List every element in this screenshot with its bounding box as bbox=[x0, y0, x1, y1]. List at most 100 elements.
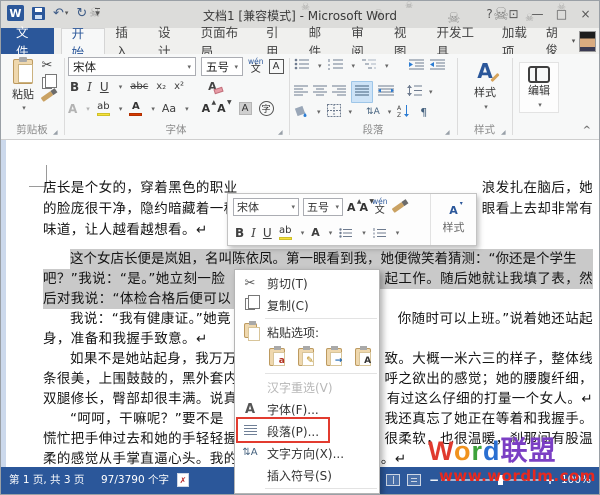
distribute-icon[interactable] bbox=[378, 85, 394, 99]
font-size-combo[interactable]: 五号 ▾ bbox=[201, 57, 243, 76]
paste-option-merge-formatting-icon[interactable]: ✎ bbox=[294, 346, 318, 368]
sort-icon[interactable]: AZ bbox=[397, 104, 410, 120]
tab-page-layout[interactable]: 页面布局 bbox=[191, 28, 256, 54]
maximize-button[interactable]: □ bbox=[551, 4, 572, 23]
grow-font-button[interactable]: A▲ bbox=[202, 102, 211, 115]
text-effects-button[interactable]: A bbox=[68, 103, 77, 115]
tab-view[interactable]: 视图 bbox=[384, 28, 427, 54]
tab-references[interactable]: 引用 bbox=[256, 28, 299, 54]
format-painter-icon[interactable] bbox=[41, 91, 54, 102]
underline-button[interactable]: U bbox=[100, 81, 109, 93]
font-dialog-launcher[interactable]: ◢ bbox=[278, 129, 283, 136]
tab-file[interactable]: 文件 bbox=[1, 28, 54, 54]
tab-addins[interactable]: 加载项 bbox=[492, 28, 546, 54]
mini-format-painter-icon[interactable] bbox=[391, 202, 404, 213]
decrease-indent-icon[interactable] bbox=[409, 59, 424, 73]
mini-shrink-font-button[interactable]: A▼ bbox=[360, 201, 369, 214]
proofing-error-icon[interactable]: ✗ bbox=[177, 473, 189, 487]
tab-design[interactable]: 设计 bbox=[148, 28, 191, 54]
editing-button[interactable]: 编辑 ▾ bbox=[519, 62, 559, 113]
clipboard-dialog-launcher[interactable]: ◢ bbox=[53, 129, 58, 136]
change-case-button[interactable]: Aa bbox=[162, 103, 176, 114]
menu-item-paragraph[interactable]: 段落(P)... bbox=[235, 420, 379, 442]
paste-option-keep-source-icon[interactable]: a bbox=[265, 346, 289, 368]
bold-button[interactable]: B bbox=[70, 81, 79, 93]
borders-icon[interactable] bbox=[327, 104, 341, 120]
multilevel-list-icon[interactable] bbox=[361, 58, 377, 73]
zoom-out-icon[interactable]: − bbox=[429, 473, 439, 487]
paragraph-dialog-launcher[interactable]: ◢ bbox=[445, 129, 450, 136]
copy-icon[interactable] bbox=[42, 77, 52, 89]
mini-font-size-combo[interactable]: 五号▾ bbox=[303, 198, 343, 216]
tab-mailings[interactable]: 邮件 bbox=[299, 28, 342, 54]
mini-numbering-icon[interactable] bbox=[373, 223, 387, 242]
close-button[interactable]: × bbox=[575, 4, 596, 23]
menu-item-font[interactable]: A字体(F)... bbox=[235, 398, 379, 420]
menu-item-cut[interactable]: ✂剪切(T) bbox=[235, 272, 379, 294]
tab-developer[interactable]: 开发工具 bbox=[427, 28, 492, 54]
character-border-icon[interactable]: A bbox=[269, 59, 284, 74]
cut-icon[interactable]: ✂ bbox=[42, 59, 53, 72]
page-indicator[interactable]: 第 1 页, 共 3 页 bbox=[9, 474, 84, 487]
character-shading-button[interactable]: A bbox=[239, 102, 252, 115]
mini-italic-button[interactable]: I bbox=[251, 227, 256, 239]
enclose-characters-button[interactable]: 字 bbox=[259, 101, 274, 116]
menu-item-copy[interactable]: 复制(C) bbox=[235, 294, 379, 316]
mini-underline-button[interactable]: U bbox=[263, 227, 272, 239]
justify-icon[interactable] bbox=[351, 81, 373, 103]
user-name: 胡俊 bbox=[546, 24, 567, 58]
clear-formatting-icon[interactable]: A bbox=[208, 80, 217, 93]
highlight-color-button[interactable]: ab bbox=[97, 102, 110, 116]
mini-styles-button[interactable]: A▾ 样式 bbox=[430, 194, 476, 245]
help-button[interactable]: ? bbox=[479, 4, 500, 23]
print-layout-view-icon[interactable] bbox=[407, 474, 421, 486]
mini-phonetic-guide-icon[interactable]: wén文 bbox=[372, 198, 388, 216]
font-color-button[interactable]: A bbox=[129, 102, 142, 116]
user-avatar[interactable] bbox=[579, 31, 596, 52]
mini-font-color-button[interactable]: A bbox=[311, 227, 320, 238]
account-area[interactable]: 胡俊 ▾ bbox=[546, 28, 599, 54]
menu-item-insert-symbol[interactable]: 插入符号(S) bbox=[235, 464, 379, 486]
align-center-icon[interactable] bbox=[313, 85, 327, 99]
mini-highlight-button[interactable]: ab bbox=[279, 226, 292, 240]
styles-button[interactable]: A 样式 ▾ bbox=[463, 61, 507, 111]
strikethrough-button[interactable]: abc bbox=[130, 82, 148, 92]
mini-font-name-combo[interactable]: 宋体▾ bbox=[233, 198, 299, 216]
increase-indent-icon[interactable] bbox=[430, 59, 445, 73]
line-text: 条很美，上围鼓鼓的，黑外套内 bbox=[43, 369, 238, 389]
font-name-combo[interactable]: 宋体 ▾ bbox=[68, 57, 196, 76]
asian-layout-icon[interactable]: ⇅A bbox=[366, 107, 380, 117]
ribbon-display-options-icon[interactable]: ⊡ bbox=[503, 4, 524, 23]
menu-item-define[interactable]: 定义(D) bbox=[235, 491, 379, 494]
italic-button[interactable]: I bbox=[87, 81, 92, 93]
shading-icon[interactable] bbox=[294, 104, 309, 120]
mini-grow-font-button[interactable]: A▲ bbox=[347, 201, 356, 214]
tab-review[interactable]: 审阅 bbox=[341, 28, 384, 54]
superscript-button[interactable]: x² bbox=[174, 82, 184, 92]
font-controls-row3: A▾ ab▾ A▾ Aa▾ A▲ A▼ A 字 bbox=[68, 101, 274, 116]
text-line-selected[interactable]: 这个女店长便是岚姐，名叫陈依凤。第一眼看到我，她便微笑着猜测：“你还是个学生 bbox=[70, 249, 593, 269]
read-mode-view-icon[interactable] bbox=[386, 474, 400, 486]
subscript-button[interactable]: x₂ bbox=[156, 82, 166, 92]
bullets-icon[interactable] bbox=[294, 58, 310, 73]
collapse-ribbon-icon[interactable]: ^ bbox=[583, 125, 591, 136]
mini-bold-button[interactable]: B bbox=[235, 227, 244, 239]
line-spacing-icon[interactable] bbox=[407, 85, 422, 99]
mini-bullets-icon[interactable] bbox=[339, 223, 353, 242]
align-right-icon[interactable] bbox=[332, 85, 346, 99]
tab-home[interactable]: 开始 bbox=[61, 28, 106, 54]
tab-insert[interactable]: 插入 bbox=[105, 28, 148, 54]
show-marks-icon[interactable]: ¶ bbox=[420, 106, 427, 119]
phonetic-guide-icon[interactable]: wén 文 bbox=[248, 58, 264, 76]
align-left-icon[interactable] bbox=[294, 85, 308, 99]
shrink-font-button[interactable]: A▼ bbox=[217, 102, 226, 115]
minimize-button[interactable]: — bbox=[527, 4, 548, 23]
word-count-indicator[interactable]: 97/3790 个字 bbox=[101, 474, 169, 487]
text-direction-icon: ⇅A bbox=[241, 448, 259, 458]
numbering-icon[interactable] bbox=[328, 58, 344, 73]
paste-option-link-icon[interactable]: → bbox=[323, 346, 347, 368]
paste-button[interactable]: 粘贴 ▾ bbox=[7, 59, 39, 123]
menu-item-text-direction[interactable]: ⇅A文字方向(X)... bbox=[235, 442, 379, 464]
paste-option-keep-text-only-icon[interactable]: A bbox=[351, 346, 375, 368]
styles-dialog-launcher[interactable]: ◢ bbox=[501, 129, 506, 136]
